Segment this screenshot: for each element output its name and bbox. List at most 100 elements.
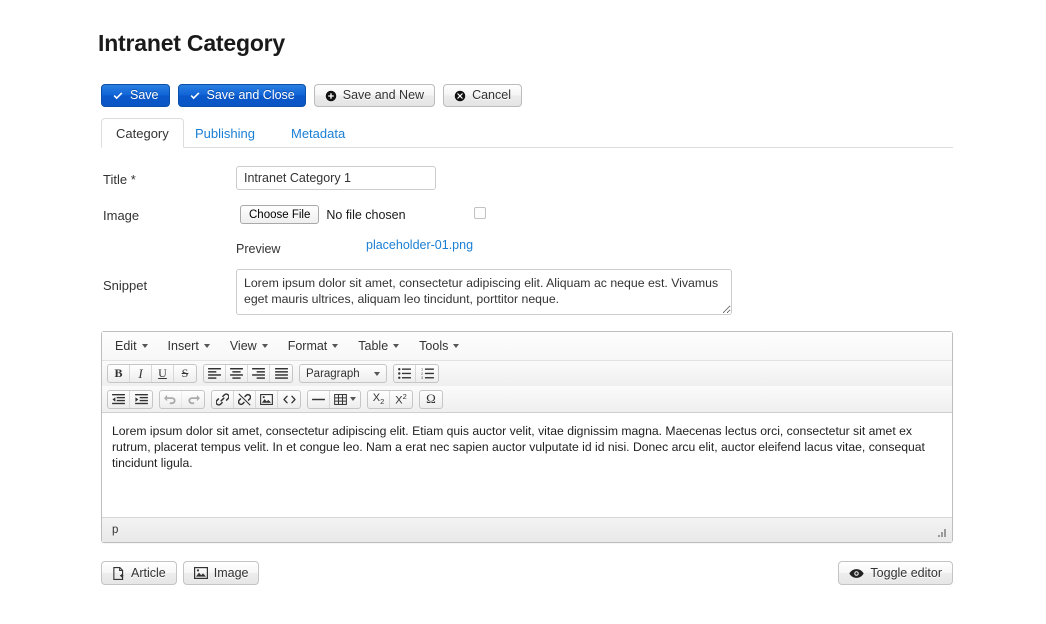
script-group: X2 X2 <box>367 389 413 409</box>
article-icon <box>112 566 125 580</box>
tab-category[interactable]: Category <box>101 118 184 148</box>
title-field-label: Title * <box>103 172 136 187</box>
image-file-row: Choose File No file chosen <box>240 205 490 224</box>
action-toolbar: Save Save and Close Save and New Cancel <box>101 84 522 107</box>
align-right-icon[interactable] <box>248 365 270 382</box>
snippet-field-label: Snippet <box>103 278 148 293</box>
preview-file-wrap: placeholder-01.png <box>366 236 473 254</box>
strikethrough-icon[interactable]: S <box>174 365 196 382</box>
indent-group <box>107 389 153 409</box>
insert-image-button[interactable]: Image <box>182 561 260 585</box>
snippet-textarea[interactable] <box>236 269 732 315</box>
align-justify-icon[interactable] <box>270 365 292 382</box>
chevron-down-icon <box>203 344 210 348</box>
editor-toolbar-row-1: B I U S Paragraph 1 2 3 <box>102 361 952 386</box>
save-and-close-button[interactable]: Save and Close <box>177 84 306 107</box>
file-status-text: No file chosen <box>326 207 406 222</box>
tab-metadata[interactable]: Metadata <box>277 118 359 148</box>
image-icon[interactable] <box>256 390 278 408</box>
menu-edit-label: Edit <box>115 339 137 353</box>
menu-table[interactable]: Table <box>348 335 409 357</box>
circle-x-icon <box>454 90 466 102</box>
preview-file-link[interactable]: placeholder-01.png <box>366 238 473 252</box>
italic-icon[interactable]: I <box>130 365 152 382</box>
snippet-field-wrap <box>236 269 732 320</box>
toggle-editor-wrap: Toggle editor <box>838 561 953 585</box>
image-icon <box>193 567 208 579</box>
redo-icon[interactable] <box>182 391 204 408</box>
menu-edit[interactable]: Edit <box>105 335 158 357</box>
undo-icon[interactable] <box>160 390 182 408</box>
image-field-label: Image <box>103 208 140 223</box>
link-icon[interactable] <box>212 390 234 408</box>
cancel-button-label: Cancel <box>472 88 511 103</box>
align-left-icon[interactable] <box>204 365 226 382</box>
tab-bar: Category Publishing Metadata <box>101 118 953 148</box>
block-format-value: Paragraph <box>306 367 360 380</box>
menu-tools-label: Tools <box>419 339 449 353</box>
check-icon <box>112 90 124 102</box>
bold-icon[interactable]: B <box>108 365 130 382</box>
bullet-list-icon[interactable] <box>394 365 416 382</box>
align-center-icon[interactable] <box>226 365 248 382</box>
element-path[interactable]: p <box>112 524 118 536</box>
choose-file-button[interactable]: Choose File <box>240 205 320 224</box>
chevron-down-icon <box>453 344 460 348</box>
eye-icon <box>849 568 865 579</box>
page-root: Intranet Category Save Save and Close Sa… <box>0 0 1046 624</box>
horizontal-rule-icon[interactable] <box>308 390 330 408</box>
save-button-label: Save <box>130 88 159 103</box>
tab-category-label: Category <box>116 125 169 141</box>
underline-icon[interactable]: U <box>152 365 174 382</box>
title-field-wrap <box>236 166 436 190</box>
indent-icon[interactable] <box>130 391 152 408</box>
insert-image-label: Image <box>213 566 249 580</box>
check-icon <box>189 90 201 102</box>
page-title: Intranet Category <box>98 30 286 56</box>
tab-publishing[interactable]: Publishing <box>181 118 269 148</box>
toggle-editor-button[interactable]: Toggle editor <box>838 561 953 585</box>
save-button[interactable]: Save <box>101 84 170 107</box>
list-group: 123 <box>393 364 439 383</box>
resize-handle-icon[interactable] <box>936 527 948 539</box>
save-and-new-button[interactable]: Save and New <box>313 84 436 107</box>
chevron-down-icon <box>393 344 400 348</box>
outdent-icon[interactable] <box>108 390 130 408</box>
menu-insert[interactable]: Insert <box>158 335 220 357</box>
source-code-icon[interactable] <box>278 391 300 408</box>
object-group <box>307 389 361 409</box>
insert-article-label: Article <box>131 566 166 580</box>
tab-publishing-label: Publishing <box>195 125 255 141</box>
insert-article-button[interactable]: Article <box>101 561 177 585</box>
chevron-down-icon <box>141 344 148 348</box>
menu-format[interactable]: Format <box>278 335 349 357</box>
chevron-down-icon <box>350 397 356 401</box>
circle-plus-icon <box>325 90 337 102</box>
subscript-icon[interactable]: X2 <box>368 390 390 408</box>
tab-metadata-label: Metadata <box>291 125 346 141</box>
image-checkbox-wrap <box>474 207 486 219</box>
block-format-select[interactable]: Paragraph <box>299 364 387 383</box>
editor-insert-buttons: Article Image <box>101 561 260 585</box>
menu-format-label: Format <box>287 339 328 353</box>
superscript-icon[interactable]: X2 <box>390 391 412 408</box>
unlink-icon[interactable] <box>234 390 256 408</box>
title-input[interactable] <box>236 166 436 190</box>
toggle-editor-label: Toggle editor <box>870 566 942 580</box>
history-group <box>159 389 205 409</box>
insert-group <box>211 389 301 409</box>
editor-status-bar: p <box>102 517 952 542</box>
save-and-new-button-label: Save and New <box>342 88 425 103</box>
image-delete-checkbox[interactable] <box>474 207 486 219</box>
numbered-list-icon[interactable]: 123 <box>416 365 438 382</box>
alignment-group <box>203 364 293 383</box>
table-icon[interactable] <box>330 391 360 408</box>
menu-view-label: View <box>229 339 257 353</box>
menu-tools[interactable]: Tools <box>409 335 469 357</box>
editor-content-area[interactable]: Lorem ipsum dolor sit amet, consectetur … <box>102 413 952 517</box>
menu-view[interactable]: View <box>220 335 278 357</box>
cancel-button[interactable]: Cancel <box>443 84 522 107</box>
special-character-icon[interactable]: Ω <box>420 391 442 408</box>
rich-text-editor: Edit Insert View Format Table Tools B I … <box>101 331 953 543</box>
editor-paragraph: Lorem ipsum dolor sit amet, consectetur … <box>112 424 925 470</box>
